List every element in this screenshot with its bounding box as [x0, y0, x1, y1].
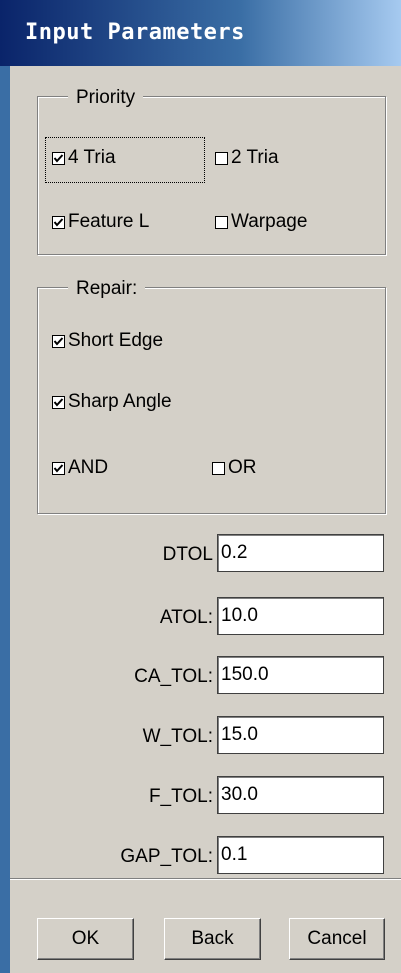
- w-tol-input[interactable]: 15.0: [217, 716, 384, 754]
- checkbox-icon[interactable]: [52, 334, 65, 348]
- checkbox-warpage[interactable]: Warpage: [215, 211, 307, 233]
- checkbox-label: Warpage: [231, 211, 308, 232]
- atol-label: ATOL:: [159, 607, 213, 628]
- checkbox-4-tria[interactable]: 4 Tria: [52, 147, 116, 169]
- dtol-input[interactable]: 0.2: [217, 534, 384, 572]
- ca-tol-label: CA_TOL:: [134, 666, 213, 687]
- checkbox-icon[interactable]: [212, 461, 225, 475]
- ca-tol-input[interactable]: 150.0: [217, 656, 384, 694]
- checkbox-label: Short Edge: [68, 330, 164, 351]
- cancel-button[interactable]: Cancel: [289, 918, 385, 960]
- w-tol-label: W_TOL:: [142, 726, 213, 747]
- repair-legend: Repair:: [68, 278, 146, 300]
- button-separator: [10, 878, 401, 880]
- window-title: Input Parameters: [25, 20, 245, 45]
- checkbox-label: 4 Tria: [68, 147, 116, 168]
- checkbox-feature-l[interactable]: Feature L: [52, 211, 149, 233]
- window-left-border: [0, 66, 10, 973]
- gap-tol-input[interactable]: 0.1: [217, 836, 384, 874]
- checkbox-sharp-angle[interactable]: Sharp Angle: [52, 391, 172, 413]
- checkbox-icon[interactable]: [215, 215, 228, 229]
- back-button[interactable]: Back: [164, 918, 261, 960]
- checkbox-icon[interactable]: [52, 215, 65, 229]
- checkbox-icon[interactable]: [52, 395, 65, 409]
- checkbox-label: Feature L: [68, 211, 150, 232]
- ok-button[interactable]: OK: [37, 918, 134, 960]
- checkbox-icon[interactable]: [52, 151, 65, 165]
- dtol-label: DTOL: [162, 544, 213, 565]
- checkbox-short-edge[interactable]: Short Edge: [52, 330, 163, 352]
- title-bar[interactable]: Input Parameters: [0, 0, 401, 66]
- checkbox-2-tria[interactable]: 2 Tria: [215, 147, 279, 169]
- checkbox-and[interactable]: AND: [52, 457, 108, 479]
- input-parameters-dialog: Input Parameters Priority 4 Tria 2 Tria …: [0, 0, 401, 973]
- checkbox-label: 2 Tria: [231, 147, 279, 168]
- priority-legend: Priority: [68, 87, 144, 109]
- checkbox-label: AND: [68, 457, 109, 478]
- checkbox-label: Sharp Angle: [68, 391, 172, 412]
- checkbox-or[interactable]: OR: [212, 457, 257, 479]
- f-tol-label: F_TOL:: [148, 786, 213, 807]
- atol-input[interactable]: 10.0: [217, 597, 384, 635]
- gap-tol-label: GAP_TOL:: [120, 846, 213, 867]
- f-tol-input[interactable]: 30.0: [217, 776, 384, 814]
- checkbox-icon[interactable]: [215, 151, 228, 165]
- checkbox-label: OR: [228, 457, 257, 478]
- checkbox-icon[interactable]: [52, 461, 65, 475]
